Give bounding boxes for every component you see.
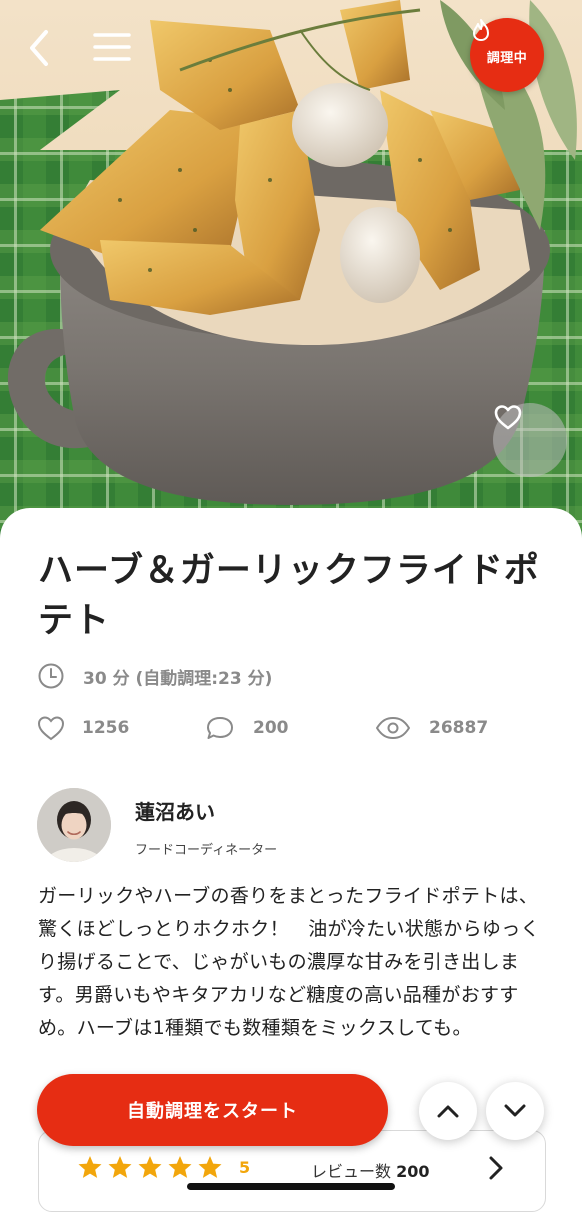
speech-bubble-icon <box>207 717 233 739</box>
back-arrow-icon <box>30 30 48 66</box>
comment-count: 200 <box>253 718 289 738</box>
author-photo <box>37 788 111 862</box>
cooking-status-badge[interactable]: 調理中 <box>470 18 544 92</box>
cook-time-text: 30 分 (自動調理:23 分) <box>83 668 273 689</box>
star-icon <box>168 1156 192 1178</box>
flame-icon <box>473 19 489 41</box>
author-role: フードコーディネーター <box>135 843 278 858</box>
heart-icon <box>494 405 522 430</box>
like-count: 1256 <box>82 718 130 738</box>
cook-time-row: 30 分 (自動調理:23 分) <box>37 662 272 690</box>
chevron-up-icon <box>437 1105 459 1118</box>
view-stat: 26887 <box>375 714 488 742</box>
scroll-down-button[interactable] <box>486 1082 544 1140</box>
like-stat[interactable]: 1256 <box>36 714 129 742</box>
star-icon <box>78 1156 102 1178</box>
review-count: 200 <box>396 1162 430 1181</box>
menu-button[interactable] <box>92 30 136 74</box>
view-count: 26887 <box>429 718 489 738</box>
chevron-down-icon <box>504 1104 526 1117</box>
clock-icon <box>38 663 64 689</box>
star-icon <box>108 1156 132 1178</box>
hamburger-menu-icon <box>93 33 131 61</box>
comment-stat[interactable]: 200 <box>205 714 289 742</box>
recipe-hero-image: 調理中 <box>0 0 582 540</box>
favorite-button[interactable] <box>493 403 567 477</box>
heart-icon <box>37 716 65 741</box>
author-name[interactable]: 蓮沼あい <box>135 796 215 825</box>
star-icon <box>138 1156 162 1178</box>
start-auto-cook-button[interactable]: 自動調理をスタート <box>37 1074 388 1146</box>
recipe-description: ガーリックやハーブの香りをまとったフライドポテトは、驚くほどしっとりホクホク！ … <box>38 885 540 1039</box>
rating-stars <box>77 1155 223 1180</box>
recipe-title: ハーブ＆ガーリックフライドポテト <box>38 551 540 641</box>
home-indicator[interactable] <box>187 1183 395 1190</box>
review-count-text: レビュー数 200 <box>311 1158 430 1182</box>
chevron-right-icon <box>489 1156 503 1180</box>
back-button[interactable] <box>26 28 70 78</box>
cooking-badge-label: 調理中 <box>486 50 528 66</box>
review-count-label: レビュー数 <box>311 1162 392 1181</box>
eye-icon <box>376 717 410 739</box>
star-icon <box>198 1156 222 1178</box>
scroll-up-button[interactable] <box>419 1082 477 1140</box>
author-avatar[interactable] <box>37 788 111 862</box>
rating-value: 5 <box>239 1158 251 1177</box>
